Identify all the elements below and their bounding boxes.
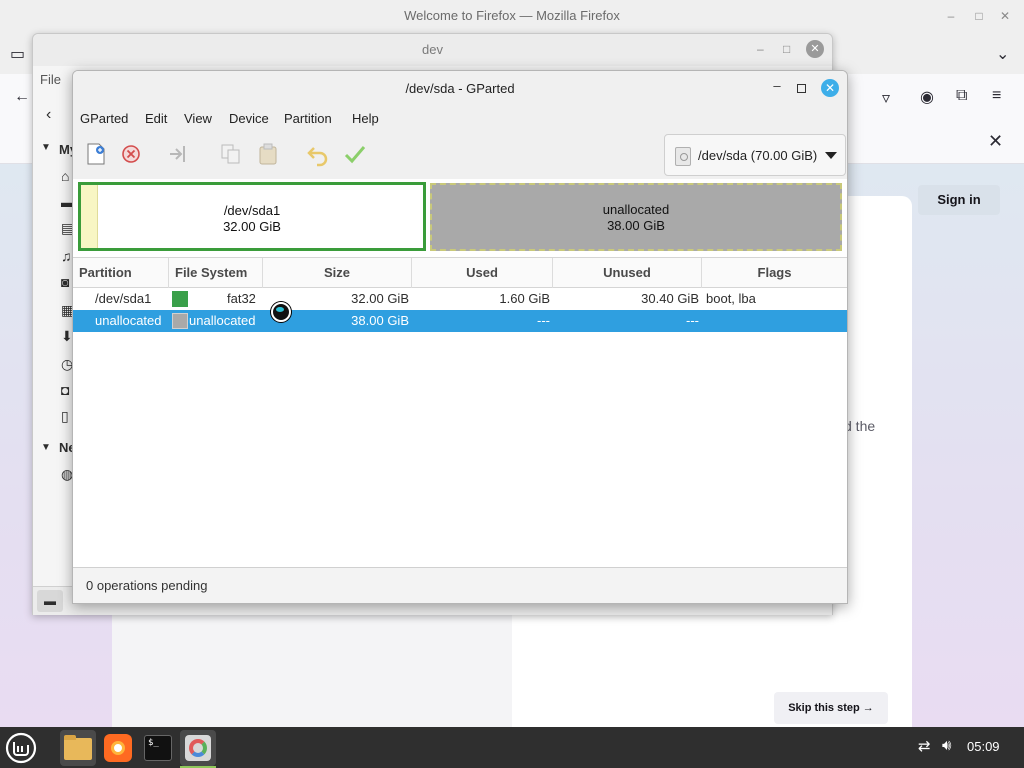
status-bar: 0 operations pending xyxy=(73,567,847,603)
menu-icon[interactable]: ≡ xyxy=(992,87,1001,105)
cell-flags: boot, lba xyxy=(706,291,756,306)
partition-map-sda1-name: /dev/sda1 xyxy=(223,203,281,218)
skip-step-button[interactable]: Skip this step → xyxy=(774,692,888,724)
volume-icon[interactable]: 🔊︎ xyxy=(942,737,951,754)
home-icon[interactable]: ⌂ xyxy=(61,168,69,184)
cell-unused: 30.40 GiB xyxy=(641,291,699,306)
cell-used: --- xyxy=(537,313,550,328)
cell-size: 38.00 GiB xyxy=(351,313,409,328)
firefox-icon[interactable] xyxy=(100,730,136,766)
account-icon[interactable]: ◉ xyxy=(920,87,934,107)
operations-pending-text: 0 operations pending xyxy=(86,578,208,593)
dropdown-arrow-icon xyxy=(825,152,837,159)
firefox-minimize-button[interactable]: – xyxy=(944,9,958,23)
cell-partition: unallocated xyxy=(95,313,162,328)
file-manager-title: dev xyxy=(422,42,443,57)
resize-move-icon[interactable] xyxy=(166,141,192,167)
firefox-title: Welcome to Firefox — Mozilla Firefox xyxy=(404,8,620,23)
trash-icon[interactable]: ▯ xyxy=(61,408,69,425)
hard-disk-icon xyxy=(675,147,691,166)
terminal-icon[interactable]: $_ xyxy=(140,730,176,766)
fm-menu-file[interactable]: File xyxy=(40,72,61,87)
collapse-arrow-icon[interactable]: ▼ xyxy=(41,142,51,153)
gparted-window: /dev/sda - GParted – ✕ GParted Edit View… xyxy=(72,70,848,604)
gparted-minimize-button[interactable]: – xyxy=(770,79,784,93)
taskbar: $_ ⇄ 🔊︎ 05:09 xyxy=(0,727,1024,768)
partition-map-unallocated-name: unallocated xyxy=(602,202,670,217)
column-size[interactable]: Size xyxy=(263,258,412,288)
partition-map-sda1[interactable]: /dev/sda1 32.00 GiB xyxy=(78,182,426,251)
fm-minimize-button[interactable]: – xyxy=(757,42,764,56)
new-partition-icon[interactable] xyxy=(83,141,109,167)
disk-map: /dev/sda1 32.00 GiB unallocated 38.00 Gi… xyxy=(73,179,847,257)
gparted-title: /dev/sda - GParted xyxy=(405,81,515,96)
device-selector-label: /dev/sda (70.00 GiB) xyxy=(698,148,818,163)
copy-icon[interactable] xyxy=(218,141,244,167)
partition-table: Partition File System Size Used Unused F… xyxy=(73,257,847,567)
places-toggle-icon[interactable]: ▬ xyxy=(37,590,63,612)
back-icon[interactable]: ← xyxy=(14,88,30,106)
table-row[interactable]: unallocated unallocated 38.00 GiB --- --… xyxy=(73,310,847,332)
firefox-close-button[interactable]: ✕ xyxy=(998,9,1012,23)
files-icon[interactable] xyxy=(60,730,96,766)
fm-maximize-button[interactable]: □ xyxy=(783,42,790,56)
menu-help[interactable]: Help xyxy=(352,111,379,126)
clock[interactable]: 05:09 xyxy=(967,739,1000,754)
filesystem-color-swatch xyxy=(172,313,188,329)
undo-icon[interactable] xyxy=(305,141,331,167)
menu-partition[interactable]: Partition xyxy=(284,111,332,126)
device-selector[interactable]: /dev/sda (70.00 GiB) xyxy=(664,134,846,176)
firefox-maximize-button[interactable]: □ xyxy=(972,9,986,23)
fm-back-icon[interactable]: ‹ xyxy=(46,106,51,124)
menu-edit[interactable]: Edit xyxy=(145,111,167,126)
gparted-icon[interactable] xyxy=(180,730,216,768)
cell-partition: /dev/sda1 xyxy=(95,291,152,306)
filesystem-icon[interactable]: ◘ xyxy=(61,382,69,398)
column-partition[interactable]: Partition xyxy=(73,258,169,288)
pictures-icon[interactable]: ◙ xyxy=(61,274,69,290)
partition-map-unallocated-size: 38.00 GiB xyxy=(607,218,665,233)
extensions-icon[interactable]: ⧉ xyxy=(956,87,967,105)
fm-close-button[interactable]: ✕ xyxy=(806,40,824,58)
mint-menu-icon[interactable] xyxy=(4,731,38,765)
list-tabs-icon[interactable]: ⌄ xyxy=(996,44,1009,64)
network-disconnected-icon[interactable]: ⇄ xyxy=(918,737,931,755)
menu-gparted[interactable]: GParted xyxy=(80,111,128,126)
sign-in-button[interactable]: Sign in xyxy=(918,185,1000,215)
cell-file-system: fat32 xyxy=(227,291,256,306)
gparted-maximize-button[interactable] xyxy=(797,84,806,93)
column-flags[interactable]: Flags xyxy=(702,258,847,288)
firefox-titlebar: Welcome to Firefox — Mozilla Firefox – □… xyxy=(0,0,1024,34)
filesystem-color-swatch xyxy=(172,291,188,307)
close-notification-icon[interactable]: ✕ xyxy=(988,131,1003,152)
mouse-cursor-icon xyxy=(271,302,291,322)
cell-file-system: unallocated xyxy=(189,313,256,328)
cell-unused: --- xyxy=(686,313,699,328)
column-unused[interactable]: Unused xyxy=(553,258,702,288)
table-header: Partition File System Size Used Unused F… xyxy=(73,258,847,288)
partition-map-unallocated[interactable]: unallocated 38.00 GiB xyxy=(430,183,842,251)
pocket-icon[interactable]: ▿ xyxy=(882,88,890,108)
collapse-arrow-icon[interactable]: ▼ xyxy=(41,442,51,453)
menu-view[interactable]: View xyxy=(184,111,212,126)
gparted-menubar: GParted Edit View Device Partition Help xyxy=(73,105,847,133)
delete-partition-icon[interactable] xyxy=(118,141,144,167)
paste-icon[interactable] xyxy=(255,141,281,167)
column-used[interactable]: Used xyxy=(412,258,553,288)
apply-icon[interactable] xyxy=(342,141,368,167)
music-icon[interactable]: ♫ xyxy=(61,248,72,264)
column-file-system[interactable]: File System xyxy=(169,258,263,288)
cell-used: 1.60 GiB xyxy=(499,291,550,306)
downloads-icon[interactable]: ⬇ xyxy=(61,328,73,345)
table-row[interactable]: /dev/sda1 fat32 32.00 GiB 1.60 GiB 30.40… xyxy=(73,288,847,310)
menu-device[interactable]: Device xyxy=(229,111,269,126)
tab-overview-icon[interactable]: ▭ xyxy=(10,44,25,64)
gparted-close-button[interactable]: ✕ xyxy=(821,79,839,97)
file-manager-titlebar: dev – □ ✕ xyxy=(33,34,832,66)
cell-size: 32.00 GiB xyxy=(351,291,409,306)
gparted-titlebar: /dev/sda - GParted – ✕ xyxy=(73,71,847,105)
welcome-text-fragment: d the xyxy=(844,418,876,434)
partition-map-sda1-size: 32.00 GiB xyxy=(223,219,281,234)
